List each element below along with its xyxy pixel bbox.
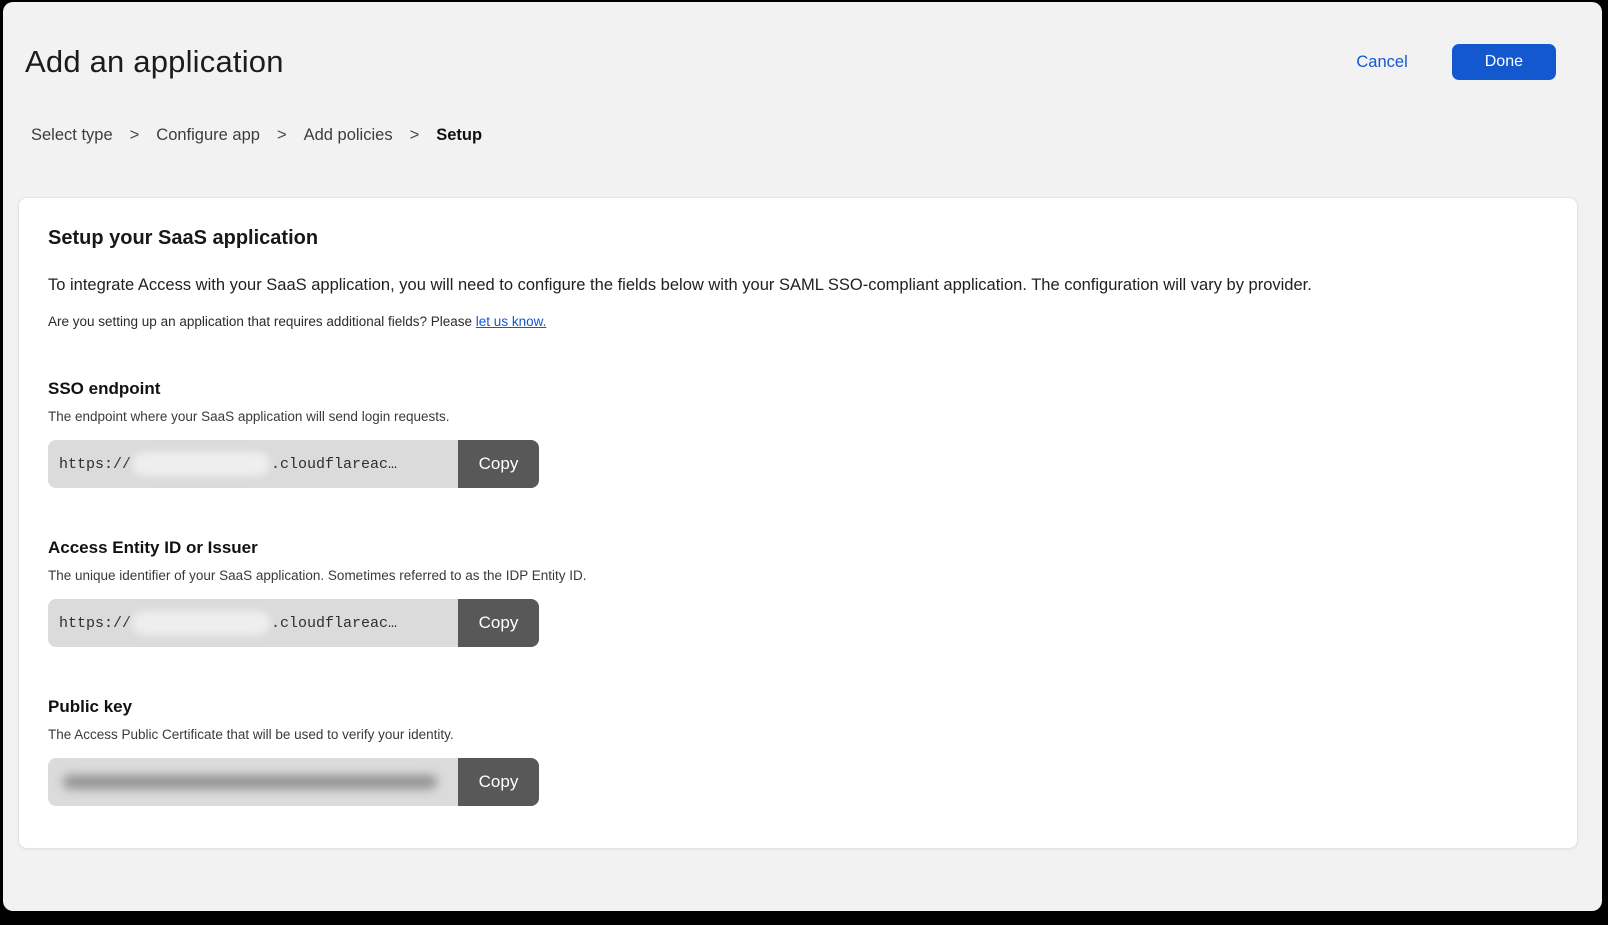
access-entity-id-copy-button[interactable]: Copy xyxy=(458,599,539,647)
value-suffix: .cloudflareac… xyxy=(271,456,397,473)
sso-endpoint-value-box: https:// .cloudflareac… Copy xyxy=(48,440,539,488)
public-key-description: The Access Public Certificate that will … xyxy=(48,727,1537,742)
redacted-value xyxy=(63,775,437,789)
public-key-copy-button[interactable]: Copy xyxy=(458,758,539,806)
breadcrumb-item-add-policies[interactable]: Add policies xyxy=(304,126,393,145)
access-entity-id-value-box: https:// .cloudflareac… Copy xyxy=(48,599,539,647)
cancel-button[interactable]: Cancel xyxy=(1356,53,1407,72)
breadcrumb-separator: > xyxy=(277,126,287,145)
header-actions: Cancel Done xyxy=(1356,44,1556,80)
access-entity-id-label: Access Entity ID or Issuer xyxy=(48,538,1537,558)
sso-endpoint-label: SSO endpoint xyxy=(48,379,1537,399)
page-header: Add an application Cancel Done xyxy=(3,2,1602,80)
sso-endpoint-copy-button[interactable]: Copy xyxy=(458,440,539,488)
note-text: Are you setting up an application that r… xyxy=(48,314,472,329)
sso-endpoint-description: The endpoint where your SaaS application… xyxy=(48,409,1537,424)
breadcrumb-separator: > xyxy=(130,126,140,145)
field-sso-endpoint: SSO endpoint The endpoint where your Saa… xyxy=(48,379,1537,488)
public-key-label: Public key xyxy=(48,697,1537,717)
public-key-value xyxy=(48,758,458,806)
access-entity-id-description: The unique identifier of your SaaS appli… xyxy=(48,568,1537,583)
sso-endpoint-value: https:// .cloudflareac… xyxy=(48,440,458,488)
let-us-know-link[interactable]: let us know. xyxy=(476,314,547,329)
additional-fields-note: Are you setting up an application that r… xyxy=(48,314,1537,329)
field-public-key: Public key The Access Public Certificate… xyxy=(48,697,1537,806)
setup-card: Setup your SaaS application To integrate… xyxy=(18,197,1578,849)
card-title: Setup your SaaS application xyxy=(48,227,1537,250)
redacted-value xyxy=(132,611,270,635)
public-key-value-box: Copy xyxy=(48,758,539,806)
breadcrumb-item-select-type[interactable]: Select type xyxy=(31,126,113,145)
breadcrumb-separator: > xyxy=(410,126,420,145)
redacted-value xyxy=(132,452,270,476)
value-prefix: https:// xyxy=(59,615,131,632)
done-button[interactable]: Done xyxy=(1452,44,1556,80)
app-window: Add an application Cancel Done Select ty… xyxy=(3,2,1602,911)
value-prefix: https:// xyxy=(59,456,131,473)
access-entity-id-value: https:// .cloudflareac… xyxy=(48,599,458,647)
breadcrumb-item-setup[interactable]: Setup xyxy=(436,126,482,145)
card-intro: To integrate Access with your SaaS appli… xyxy=(48,275,1537,295)
breadcrumb-item-configure-app[interactable]: Configure app xyxy=(156,126,260,145)
field-access-entity-id: Access Entity ID or Issuer The unique id… xyxy=(48,538,1537,647)
page-title: Add an application xyxy=(25,44,284,80)
value-suffix: .cloudflareac… xyxy=(271,615,397,632)
breadcrumb: Select type > Configure app > Add polici… xyxy=(31,126,1602,145)
